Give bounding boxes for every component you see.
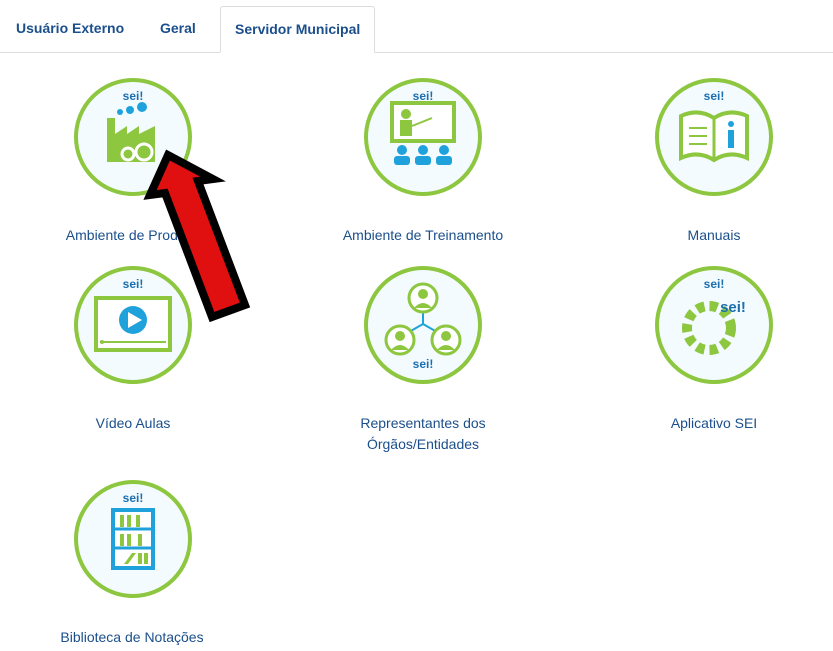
label-biblioteca[interactable]: Biblioteca de Notações <box>12 627 252 648</box>
tab-bar: Usuário Externo Geral Servidor Municipal <box>0 6 833 53</box>
factory-gears-icon[interactable]: sei! <box>72 76 194 198</box>
label-ambiente-producao[interactable]: Ambiente de Produção <box>17 225 257 246</box>
svg-text:sei!: sei! <box>123 277 144 291</box>
label-manuais[interactable]: Manuais <box>594 225 833 246</box>
svg-text:sei!: sei! <box>704 277 725 291</box>
tab-geral[interactable]: Geral <box>146 6 210 53</box>
tab-servidor-municipal[interactable]: Servidor Municipal <box>220 6 376 53</box>
bookshelf-icon[interactable]: sei! <box>72 478 194 600</box>
label-representantes[interactable]: Representantes dos Órgãos/Entidades <box>303 413 543 455</box>
label-video-aulas[interactable]: Vídeo Aulas <box>13 413 253 434</box>
svg-text:sei!: sei! <box>123 491 144 505</box>
svg-text:sei!: sei! <box>413 89 434 103</box>
svg-text:sei!: sei! <box>413 357 434 371</box>
label-line-1[interactable]: Representantes dos <box>360 415 485 431</box>
presentation-training-icon[interactable]: sei! <box>362 76 484 198</box>
label-aplicativo-sei[interactable]: Aplicativo SEI <box>594 413 833 434</box>
svg-text:sei!: sei! <box>704 89 725 103</box>
manual-book-icon[interactable]: sei! <box>653 76 775 198</box>
svg-text:sei!: sei! <box>720 299 746 316</box>
label-ambiente-treinamento[interactable]: Ambiente de Treinamento <box>303 225 543 246</box>
video-play-icon[interactable]: sei! <box>72 264 194 386</box>
label-line-2[interactable]: Órgãos/Entidades <box>367 436 479 452</box>
people-network-icon[interactable]: sei! <box>362 264 484 386</box>
svg-text:sei!: sei! <box>123 89 144 103</box>
tab-usuario-externo[interactable]: Usuário Externo <box>2 6 138 53</box>
gear-app-icon[interactable]: sei! sei! <box>653 264 775 386</box>
